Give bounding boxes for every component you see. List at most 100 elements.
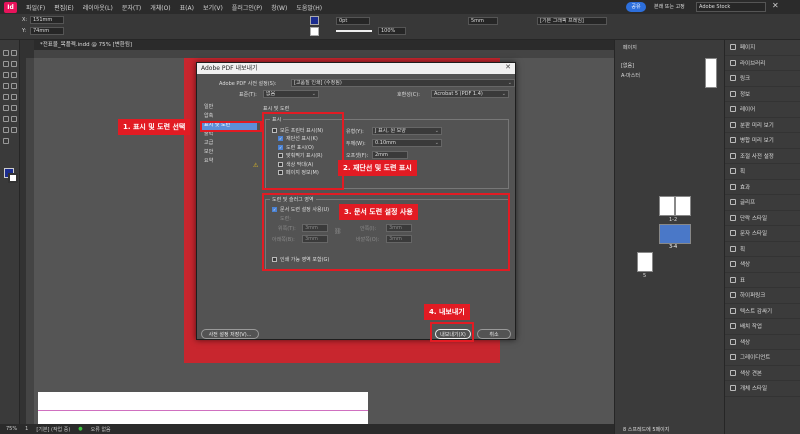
menu-object[interactable]: 개체(O) (150, 3, 170, 12)
save-preset-button[interactable]: 사전 설정 저장(V)... (201, 329, 259, 339)
share-button[interactable]: 공유 (626, 2, 646, 12)
panel-stroke[interactable]: 획 (725, 164, 800, 180)
preset-select[interactable]: [고품질 인쇄] (수정됨) ⌄ (291, 79, 515, 87)
indesign-logo-icon: Id (4, 1, 17, 13)
section-title: 표시 및 도련 (263, 106, 290, 112)
panel-separations[interactable]: 분판 미리 보기 (725, 118, 800, 133)
rectangle-tool-icon[interactable] (11, 94, 17, 100)
cancel-button[interactable]: 취소 (477, 329, 511, 339)
control-bar: X: 151mm Y: 74mm 0pt 100% 5mm [기본 그래픽 프레… (0, 14, 800, 40)
standard-select[interactable]: 없음 ⌄ (263, 90, 319, 98)
panel-table[interactable]: 표 (725, 273, 800, 288)
menu-file[interactable]: 파일(F) (26, 3, 45, 12)
direct-selection-tool-icon[interactable] (11, 50, 17, 56)
menu-plugins[interactable]: 플러그인(P) (232, 3, 262, 12)
page-1-thumbnail[interactable] (659, 196, 675, 216)
sidebar-summary[interactable]: 요약 (201, 157, 257, 166)
gradient-tool-icon[interactable] (3, 116, 9, 122)
stroke-type-preview[interactable] (336, 30, 372, 32)
rectangle-frame-tool-icon[interactable] (3, 94, 9, 100)
offset-field[interactable]: 2mm (372, 151, 408, 159)
opacity-field[interactable]: 100% (378, 27, 406, 35)
page-tool-icon[interactable] (3, 61, 9, 67)
menu-layout[interactable]: 레이아웃(L) (83, 3, 113, 12)
sidebar-compression[interactable]: 압축 (201, 112, 257, 121)
stroke-color-icon[interactable] (8, 173, 18, 183)
page-number[interactable]: 1 (25, 426, 28, 432)
stroke-weight-field[interactable]: 0pt (336, 17, 370, 25)
panel-swatches[interactable]: 색상 견본 (725, 366, 800, 381)
panel-links[interactable]: 링크 (725, 71, 800, 87)
panel-trap[interactable]: 조절 사전 설정 (725, 149, 800, 164)
compat-select[interactable]: Acrobat 5 (PDF 1.4) ⌄ (431, 90, 509, 98)
panel-gradient[interactable]: 그레이디언트 (725, 350, 800, 366)
menu-view[interactable]: 보기(V) (203, 3, 223, 12)
hand-tool-icon[interactable] (11, 127, 17, 133)
zoom-level[interactable]: 75% (6, 426, 17, 432)
panel-paragraph-styles[interactable]: 단락 스타일 (725, 211, 800, 226)
status-bar: 75% 1 [기본] (작업 중) ● 오류 없음 (0, 424, 620, 434)
zoom-tool-icon[interactable] (3, 138, 9, 144)
page-5-thumbnail[interactable] (637, 252, 653, 272)
vertical-ruler (26, 58, 34, 424)
info-icon (730, 90, 736, 97)
scissors-tool-icon[interactable] (3, 105, 9, 111)
sidebar-security[interactable]: 보안 (201, 148, 257, 157)
pages-panel-title[interactable]: 페이지 (623, 44, 637, 51)
selection-tool-icon[interactable] (3, 50, 9, 56)
type-tool-icon[interactable] (3, 72, 9, 78)
panel-color[interactable]: 색상 (725, 257, 800, 273)
frame-style-select[interactable]: [기본 그래픽 프레임] (537, 17, 607, 25)
stroke-swatch[interactable] (310, 27, 319, 36)
pencil-tool-icon[interactable] (11, 83, 17, 89)
weight-select[interactable]: 0.10mm ⌄ (372, 139, 442, 147)
type-select[interactable]: J 표시, 원 모양 ⌄ (372, 127, 442, 135)
master-none[interactable]: [없음] (621, 62, 634, 69)
page-2-thumbnail[interactable] (675, 196, 691, 216)
spread-3-4-thumbnail[interactable] (659, 224, 691, 244)
panel-layers[interactable]: 레이어 (725, 102, 800, 118)
stock-search-input[interactable]: Adobe Stock (696, 2, 766, 12)
align-icon (730, 323, 736, 330)
panel-hyperlinks[interactable]: 하이퍼링크 (725, 288, 800, 304)
menu-edit[interactable]: 편집(E) (54, 3, 74, 12)
master-status: [기본] (작업 중) (36, 426, 71, 433)
eyedropper-tool-icon[interactable] (3, 127, 9, 133)
preflight-status[interactable]: 오류 없음 (91, 426, 111, 433)
x-field[interactable]: 151mm (30, 16, 64, 24)
panel-info[interactable]: 정보 (725, 87, 800, 102)
fill-swatch[interactable] (310, 16, 319, 25)
panel-stroke-2[interactable]: 획 (725, 242, 800, 257)
menu-table[interactable]: 표(A) (180, 3, 194, 12)
panel-libraries[interactable]: 라이브러리 (725, 56, 800, 71)
panel-text-wrap[interactable]: 텍스트 감싸기 (725, 304, 800, 319)
note-tool-icon[interactable] (11, 116, 17, 122)
menu-type[interactable]: 문자(T) (122, 3, 141, 12)
y-field[interactable]: 74mm (30, 27, 64, 35)
workspace-switcher[interactable]: 본래 또는 고정 (654, 3, 685, 10)
panel-character-styles[interactable]: 문자 스타일 (725, 226, 800, 242)
stroke-icon (730, 168, 736, 175)
menu-window[interactable]: 창(W) (271, 3, 287, 12)
document-tab[interactable]: *전표물_목플젝.indd @ 75% [변환됨] (34, 40, 614, 50)
panel-glyphs[interactable]: 글리프 (725, 195, 800, 211)
gap-tool-icon[interactable] (11, 61, 17, 67)
line-tool-icon[interactable] (11, 72, 17, 78)
window-close-icon[interactable]: ✕ (772, 1, 779, 10)
panel-effects[interactable]: 효과 (725, 180, 800, 195)
gap-field[interactable]: 5mm (468, 17, 498, 25)
panel-object-styles[interactable]: 개체 스타일 (725, 381, 800, 397)
panel-align[interactable]: 배치 작업 (725, 319, 800, 335)
panel-flattener[interactable]: 병합 미리 보기 (725, 133, 800, 149)
panel-color-2[interactable]: 색상 (725, 335, 800, 350)
pen-tool-icon[interactable] (3, 83, 9, 89)
free-transform-tool-icon[interactable] (11, 105, 17, 111)
master-a[interactable]: A-마스터 (621, 72, 640, 79)
master-thumbnail[interactable] (705, 58, 717, 88)
offset-label: 오프셋(F): (346, 153, 369, 159)
sidebar-general[interactable]: 일반 (201, 103, 257, 112)
panel-pages[interactable]: 페이지 (725, 40, 800, 56)
sidebar-advanced[interactable]: 고급 (201, 139, 257, 148)
dialog-close-icon[interactable]: ✕ (505, 63, 511, 71)
menu-help[interactable]: 도움말(H) (296, 3, 322, 12)
